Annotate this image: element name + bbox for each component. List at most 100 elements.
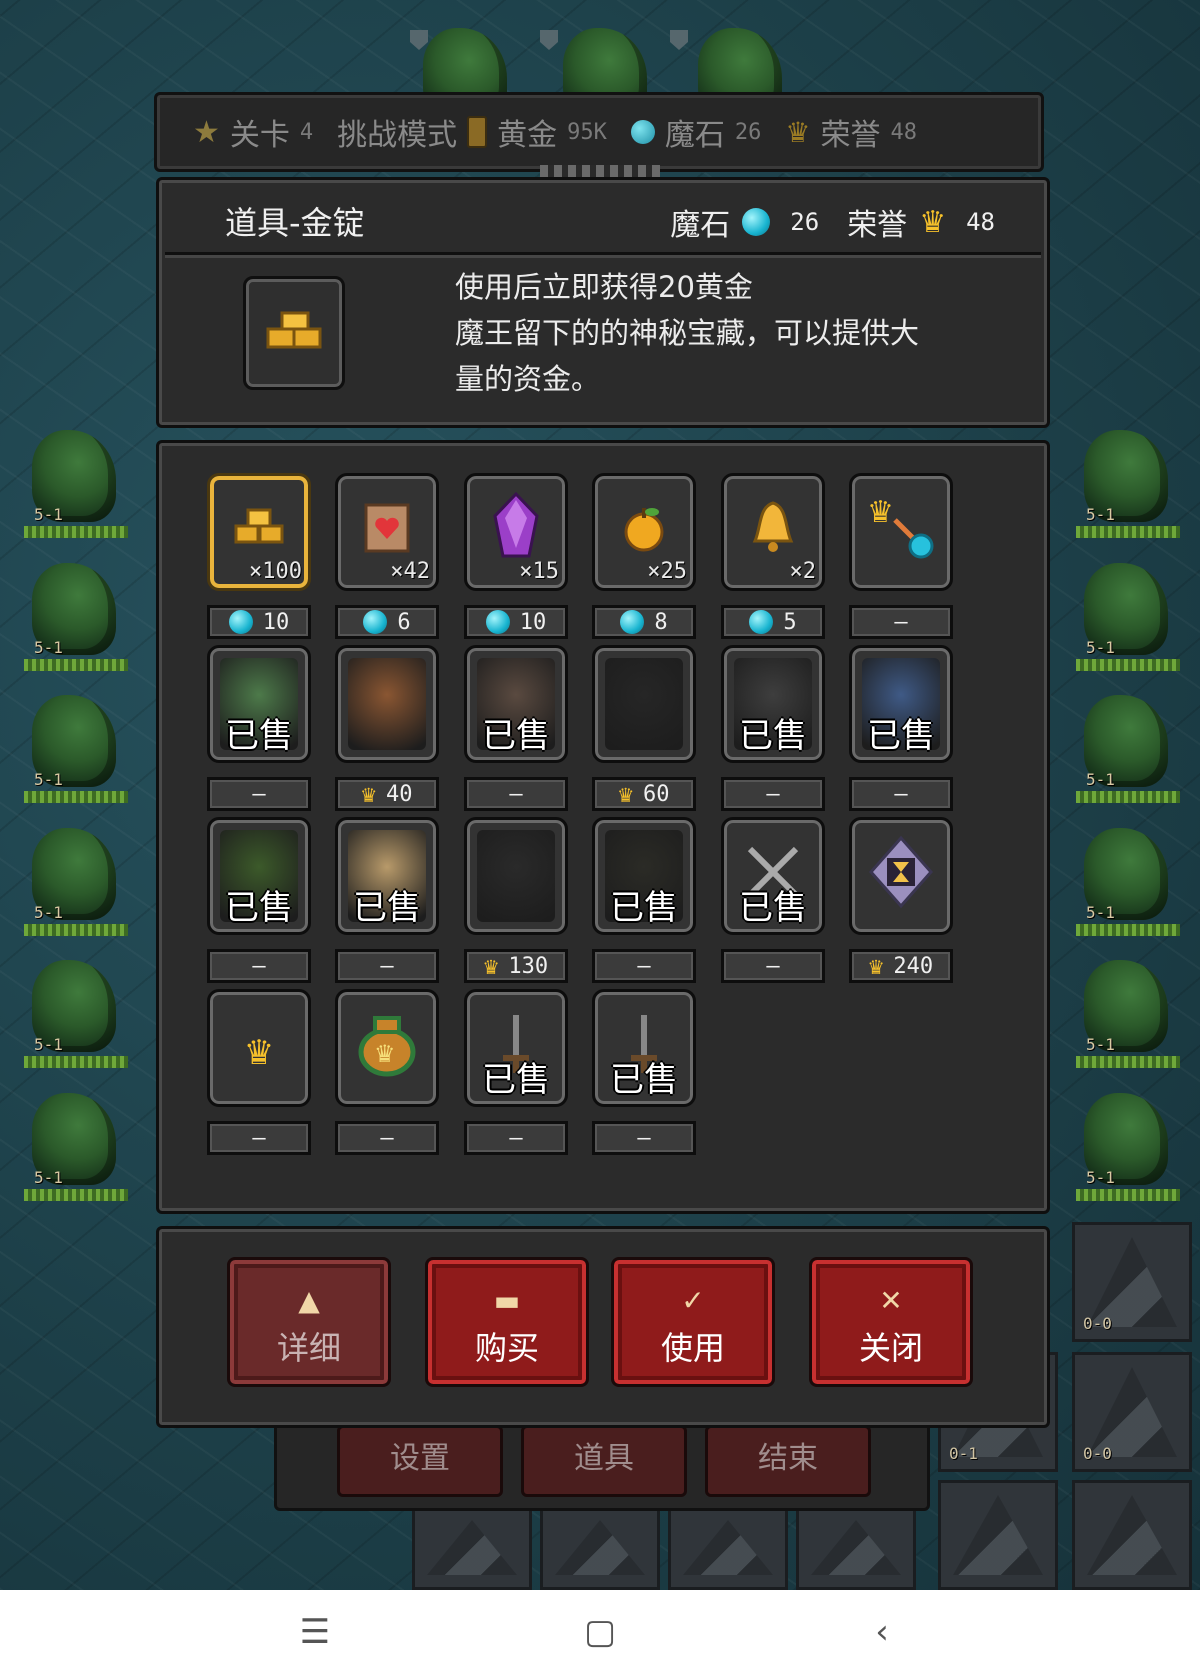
selected-item-icon [243,276,345,390]
item-card[interactable]: 已售 [592,817,696,935]
stone-tower-tile[interactable]: 0-0 [1072,1352,1192,1472]
shop-slot-scroll[interactable]: ×42 6 [335,473,439,639]
dragon-tower-tile[interactable] [545,20,665,120]
shop-slot-sword-b[interactable]: 已售 — [592,989,696,1155]
detail-button[interactable]: ▲ 详细 [227,1257,391,1387]
shop-slot-crystal[interactable]: ×15 10 [464,473,568,639]
menu-icon[interactable]: ☰ [285,1608,345,1656]
tower-level-label: 5-1 [34,1035,63,1054]
item-card[interactable]: ×2 [721,473,825,591]
item-price: — [207,777,311,811]
item-card[interactable]: ♛ [849,473,953,591]
item-card[interactable]: 已售 [464,989,568,1107]
item-card[interactable]: ×42 [335,473,439,591]
description-line: 魔王留下的的神秘宝藏，可以提供大 [455,316,920,350]
item-card[interactable]: 已售 [721,645,825,763]
item-price: ♛ 240 [849,949,953,983]
shop-slot-reaper[interactable]: ♛ 60 [592,645,696,811]
end-button[interactable]: 结束 [705,1425,871,1497]
magic-stone-icon [485,610,510,634]
item-card[interactable] [849,817,953,935]
shop-slot-knight[interactable]: 已售 — [464,645,568,811]
dragon-tower-tile[interactable]: 5-1 [14,952,134,1072]
tower-level-label: 5-1 [34,638,63,657]
stone-tower-tile[interactable] [938,1480,1058,1590]
stone-tower-tile[interactable] [668,1505,788,1590]
shop-slot-forest-spirit[interactable]: 已售 — [207,817,311,983]
price-value: — [380,1125,394,1151]
resource-status-bar: ★ 关卡 4 挑战模式 黄金 95K 魔石 26 ♛ 荣誉 48 [154,92,1044,172]
item-card[interactable]: 已售 [721,817,825,935]
item-quantity: ×2 [789,559,817,584]
dragon-tower-tile[interactable]: 5-1 [1066,1085,1186,1205]
dragon-tower-tile[interactable]: 5-1 [14,422,134,542]
items-button[interactable]: 道具 [521,1425,687,1497]
check-icon: ✓ [681,1284,705,1317]
item-card[interactable]: 已售 [207,645,311,763]
item-card[interactable]: 已售 [207,817,311,935]
stone-tower-tile[interactable] [1072,1480,1192,1590]
use-button[interactable]: ✓ 使用 [611,1257,775,1387]
dragon-tower-tile[interactable]: 5-1 [1066,422,1186,542]
price-value: 240 [893,953,934,979]
item-price: ♛ 130 [464,949,568,983]
price-value: 8 [654,609,668,635]
shop-slot-bell[interactable]: ×2 5 [721,473,825,639]
dragon-tower-tile[interactable]: 5-1 [1066,555,1186,675]
close-button[interactable]: ✕ 关闭 [809,1257,973,1387]
shop-slot-treant[interactable]: ♛ 40 [335,645,439,811]
item-price: — [335,1121,439,1155]
stone-tower-tile[interactable]: 0-0 [1072,1222,1192,1342]
shop-slot-sword-a[interactable]: 已售 — [464,989,568,1155]
item-card[interactable]: ♛ [207,989,311,1107]
item-card[interactable] [464,817,568,935]
shop-slot-crown[interactable]: ♛ — [207,989,311,1155]
buy-button[interactable]: ▬ 购买 [425,1257,589,1387]
shop-slot-exchange[interactable]: ♛ — [849,473,953,639]
price-value: 6 [397,609,411,635]
stone-tower-tile[interactable] [540,1505,660,1590]
dragon-tower-tile[interactable]: 5-1 [1066,952,1186,1072]
shop-slot-swords[interactable]: 已售 — [721,817,825,983]
item-card[interactable]: ♛ [335,989,439,1107]
back-icon[interactable]: ‹ [852,1608,912,1656]
item-card[interactable]: 已售 [592,989,696,1107]
crown-icon: ♛ [868,952,884,980]
shop-slot-gold-ingot[interactable]: ×100 10 [207,473,311,639]
item-card[interactable]: ×15 [464,473,568,591]
item-card[interactable]: 已售 [849,645,953,763]
item-card[interactable]: ×100 [207,473,311,591]
shop-slot-bag[interactable]: ♛ — [335,989,439,1155]
shop-slot-slime[interactable]: 已售 — [207,645,311,811]
dragon-tower-tile[interactable]: 5-1 [14,687,134,807]
stone-tower-tile[interactable] [796,1505,916,1590]
dragon-tower-tile[interactable]: 5-1 [1066,687,1186,807]
action-button-panel: ▲ 详细 ▬ 购买 ✓ 使用 ✕ 关闭 [156,1226,1050,1428]
item-card[interactable] [335,645,439,763]
crown-bag-icon: ♛ [347,1004,427,1092]
description-line: 量的资金。 [455,362,601,396]
shop-slot-witch[interactable]: 已售 — [721,645,825,811]
item-card[interactable]: ×25 [592,473,696,591]
sold-label: 已售 [482,1060,550,1100]
shop-slot-vampire-girl[interactable]: 已售 — [335,817,439,983]
dragon-tower-tile[interactable]: 5-1 [1066,820,1186,940]
dragon-tower-tile[interactable]: 5-1 [14,555,134,675]
shop-slot-hourglass[interactable]: ♛ 240 [849,817,953,983]
dragon-tower-tile[interactable]: 5-1 [14,820,134,940]
stone-tower-tile[interactable] [412,1505,532,1590]
item-card[interactable]: 已售 [335,817,439,935]
item-card[interactable] [592,645,696,763]
home-icon[interactable]: ▢ [570,1608,630,1656]
item-price: — [721,949,825,983]
shop-slot-mage-girl[interactable]: 已售 — [849,645,953,811]
item-card[interactable]: 已售 [464,645,568,763]
dragon-tower-tile[interactable] [680,20,800,120]
shop-slot-dark-wizard[interactable]: 已售 — [592,817,696,983]
shop-slot-hooded-demon[interactable]: ♛ 130 [464,817,568,983]
shop-slot-apple[interactable]: ×25 8 [592,473,696,639]
settings-button[interactable]: 设置 [337,1425,503,1497]
dragon-tower-tile[interactable]: 5-1 [14,1085,134,1205]
magic-stone-icon [742,208,771,236]
system-nav-bar: ☰ ▢ ‹ [0,1590,1200,1673]
